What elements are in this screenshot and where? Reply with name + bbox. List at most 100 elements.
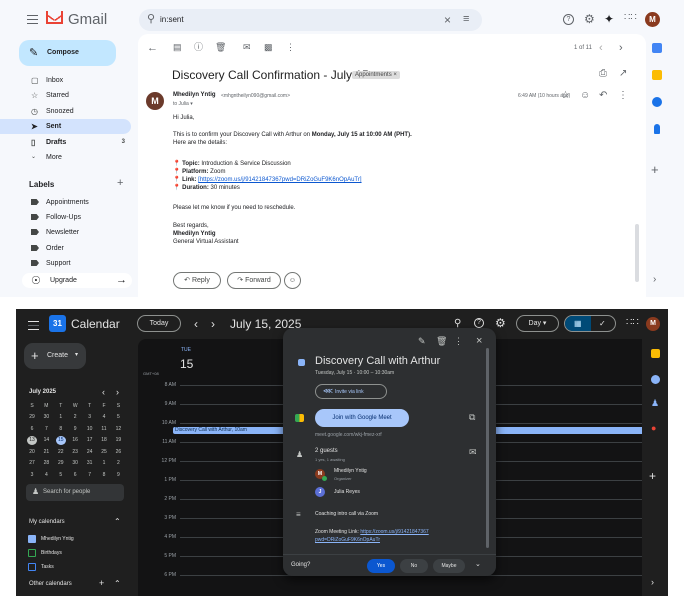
add-app-icon[interactable]: + [649,470,656,482]
more-options-icon[interactable]: ⋮ [454,337,463,346]
mark-unread-icon[interactable]: ✉ [243,43,251,52]
mini-prev-icon[interactable]: ‹ [102,388,105,397]
mini-calendar-day[interactable]: 27 [27,459,37,468]
zoom-link-continued[interactable]: pwd=DRiZoGuF9K6nOpAuTr [315,537,380,543]
mini-calendar-today[interactable]: 13 [27,436,37,445]
help-icon[interactable]: ? [563,14,574,25]
calendar-app-icon[interactable] [652,43,662,53]
mini-calendar-day[interactable]: 29 [27,413,37,422]
expand-panel-icon[interactable]: › [651,578,654,587]
join-meet-button[interactable]: Join with Google Meet [315,409,409,427]
view-switcher[interactable]: Day ▾ [516,315,559,332]
recipients[interactable]: to Julia ▾ [173,101,193,107]
mini-next-icon[interactable]: › [116,388,119,397]
zoom-link[interactable]: [https://zoom.us/j/91421847367pwd=DRiZoG… [198,177,361,183]
search-options-icon[interactable]: ≡ [463,14,469,25]
message-more-icon[interactable]: ⋮ [618,91,628,101]
mini-calendar-day[interactable]: 6 [70,471,80,480]
mini-calendar-day[interactable]: 25 [99,448,109,457]
archive-icon[interactable]: ▤ [173,43,182,52]
rsvp-options-icon[interactable]: ⌄ [475,561,481,568]
collapse-icon[interactable]: ⌃ [114,518,121,526]
mini-calendar-day[interactable]: 14 [41,436,51,445]
mini-calendar-day[interactable]: 22 [56,448,66,457]
close-icon[interactable]: × [476,336,482,347]
day-number[interactable]: 15 [180,357,193,371]
nav-item-more[interactable]: ⌄ More [0,150,131,165]
main-menu-icon[interactable] [28,321,39,330]
mini-calendar-day[interactable]: 9 [113,471,123,480]
search-icon[interactable]: ⚲ [147,14,155,25]
create-button[interactable]: + Create ▾ [24,343,86,369]
apps-grid-icon[interactable]: ∷∷ [624,13,637,23]
mini-calendar-day[interactable]: 3 [85,413,95,422]
mini-calendar-day[interactable]: 4 [41,471,51,480]
upgrade-button[interactable]: ☉ Upgrade → [22,273,132,288]
mini-calendar-day[interactable]: 23 [70,448,80,457]
zoom-link[interactable]: https://zoom.us/j/91421847367 [360,529,428,535]
mini-calendar-day[interactable]: 7 [85,471,95,480]
star-icon[interactable]: ☆ [561,91,570,101]
today-button[interactable]: Today [137,315,181,332]
add-label-icon[interactable]: + [117,178,123,189]
emoji-react-icon[interactable]: ☺ [580,91,590,101]
collapse-other-icon[interactable]: ⌃ [114,580,121,588]
mini-calendar-day[interactable]: 8 [56,425,66,434]
reply-button[interactable]: ↶ Reply [173,272,221,289]
copy-icon[interactable]: ⧉ [469,413,475,422]
nav-item-inbox[interactable]: ▢ Inbox [0,73,131,88]
keep-app-icon[interactable] [651,349,660,358]
search-input[interactable]: in:sent [160,15,184,24]
apps-grid-icon[interactable]: ∷∷ [626,318,639,328]
gemini-sparkle-icon[interactable]: ✦ [604,13,614,25]
mini-calendar-day[interactable]: 12 [113,425,123,434]
nav-item-sent[interactable]: ➤ Sent [0,119,131,134]
mini-calendar-day[interactable]: 7 [41,425,51,434]
settings-gear-icon[interactable]: ⚙ [495,317,506,329]
rsvp-no-button[interactable]: No [400,559,428,573]
my-calendars-heading[interactable]: My calendars [29,519,65,525]
mini-calendar-day[interactable]: 10 [85,425,95,434]
mini-calendar-day[interactable]: 2 [113,459,123,468]
mini-calendar-day[interactable]: 28 [41,459,51,468]
label-chip[interactable]: Appointments × [352,71,400,79]
older-chevron-icon[interactable]: › [619,43,623,54]
compose-button[interactable]: ✎ Compose [19,40,116,66]
calendar-view-toggle[interactable]: ▦ [565,316,591,331]
mini-calendar-day[interactable]: 19 [113,436,123,445]
newer-chevron-icon[interactable]: ‹ [599,43,603,54]
nav-item-drafts[interactable]: ▯ Drafts 3 [0,135,131,150]
calendar-checkbox-birthdays[interactable] [28,549,36,557]
mini-calendar-day[interactable]: 4 [99,413,109,422]
tasks-app-icon[interactable] [652,97,662,107]
mini-calendar-day[interactable]: 31 [85,459,95,468]
maps-app-icon[interactable]: ● [651,424,656,433]
tasks-toggle-icon[interactable]: ✓ [599,320,606,328]
add-app-icon[interactable]: + [651,163,659,176]
contacts-app-icon[interactable]: ♟ [651,399,659,408]
search-bar[interactable]: ⚲ in:sent × ≡ [139,9,482,31]
print-icon[interactable]: ⎙ [599,69,607,79]
mini-calendar-day[interactable]: 1 [99,459,109,468]
mini-calendar-day[interactable]: 1 [56,413,66,422]
label-item-order[interactable]: Order [0,241,131,256]
mini-calendar-day[interactable]: 17 [85,436,95,445]
contacts-app-icon[interactable] [654,124,660,134]
nav-item-snoozed[interactable]: ◷ Snoozed [0,104,131,119]
label-item-support[interactable]: Support [0,256,131,271]
keep-app-icon[interactable] [652,70,662,80]
email-guests-icon[interactable]: ✉ [469,448,477,457]
mini-calendar-day[interactable]: 16 [70,436,80,445]
settings-gear-icon[interactable]: ⚙ [584,13,595,25]
account-avatar[interactable]: M [646,317,660,331]
expand-panel-icon[interactable]: › [653,275,656,285]
rsvp-yes-button[interactable]: Yes [367,559,395,573]
more-options-icon[interactable]: ⋮ [286,43,295,52]
mini-calendar-day[interactable]: 6 [27,425,37,434]
add-calendar-icon[interactable]: + [99,579,104,588]
edit-pencil-icon[interactable]: ✎ [418,337,426,346]
mini-calendar-day[interactable]: 5 [113,413,123,422]
emoji-button[interactable]: ☺ [284,272,301,289]
calendar-checkbox-mhedilyn[interactable] [28,535,36,543]
mini-calendar-day[interactable]: 20 [27,448,37,457]
